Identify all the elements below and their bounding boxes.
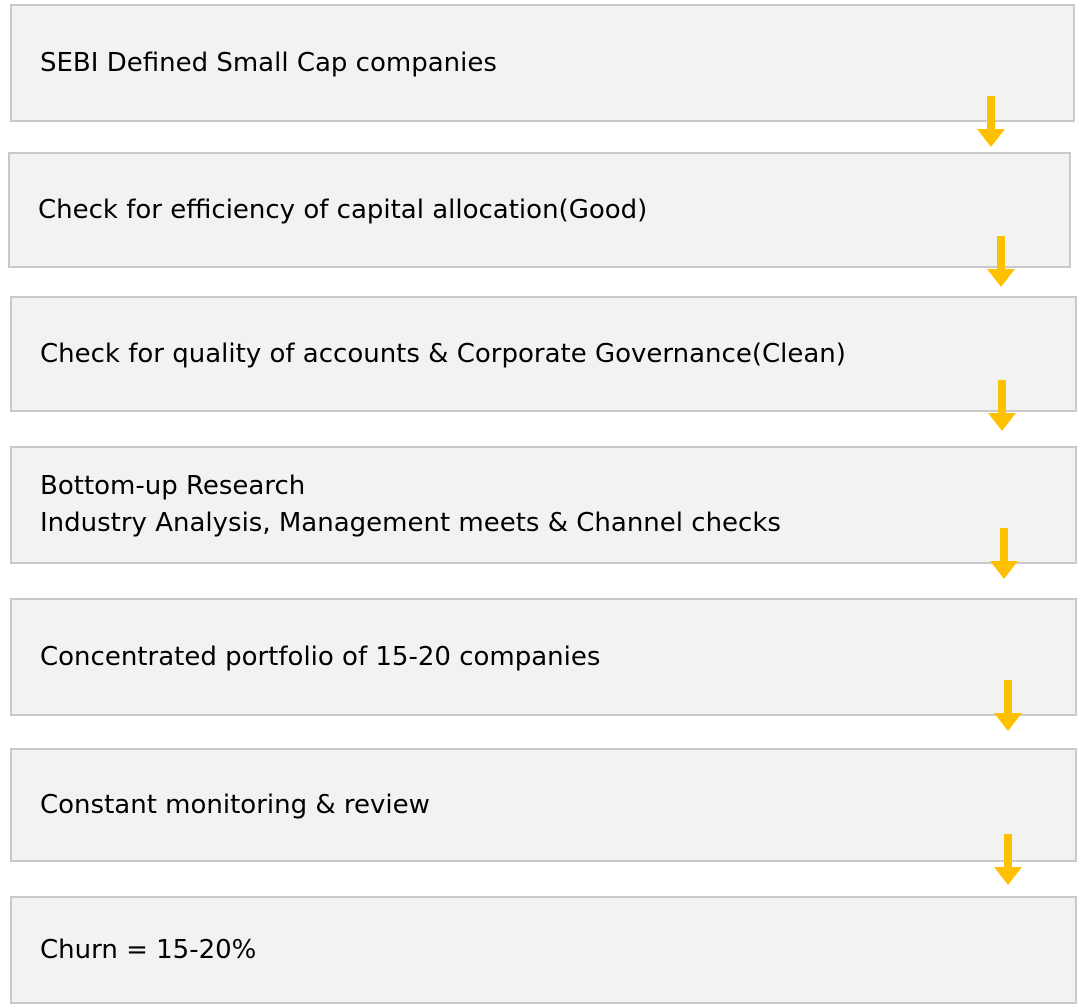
down-arrow-icon — [988, 380, 1016, 431]
step-6-label: Constant monitoring & review — [40, 789, 430, 820]
step-4-box: Bottom-up Research Industry Analysis, Ma… — [10, 446, 1077, 564]
step-7-label: Churn = 15-20% — [40, 934, 257, 965]
down-arrow-icon — [994, 834, 1022, 885]
down-arrow-icon — [990, 528, 1018, 579]
step-1-label: SEBI Defined Small Cap companies — [40, 47, 497, 78]
step-5-box: Concentrated portfolio of 15-20 companie… — [10, 598, 1077, 716]
down-arrow-icon — [977, 96, 1005, 147]
step-6-box: Constant monitoring & review — [10, 748, 1077, 862]
step-4-label: Bottom-up Research Industry Analysis, Ma… — [40, 471, 781, 538]
step-2-box: Check for efficiency of capital allocati… — [8, 152, 1071, 268]
step-3-label: Check for quality of accounts & Corporat… — [40, 338, 846, 369]
step-1-box: SEBI Defined Small Cap companies — [10, 4, 1075, 122]
down-arrow-icon — [994, 680, 1022, 731]
step-2-label: Check for efficiency of capital allocati… — [38, 194, 648, 225]
step-7-box: Churn = 15-20% — [10, 896, 1077, 1004]
step-5-label: Concentrated portfolio of 15-20 companie… — [40, 641, 601, 672]
step-3-box: Check for quality of accounts & Corporat… — [10, 296, 1077, 412]
down-arrow-icon — [987, 236, 1015, 287]
